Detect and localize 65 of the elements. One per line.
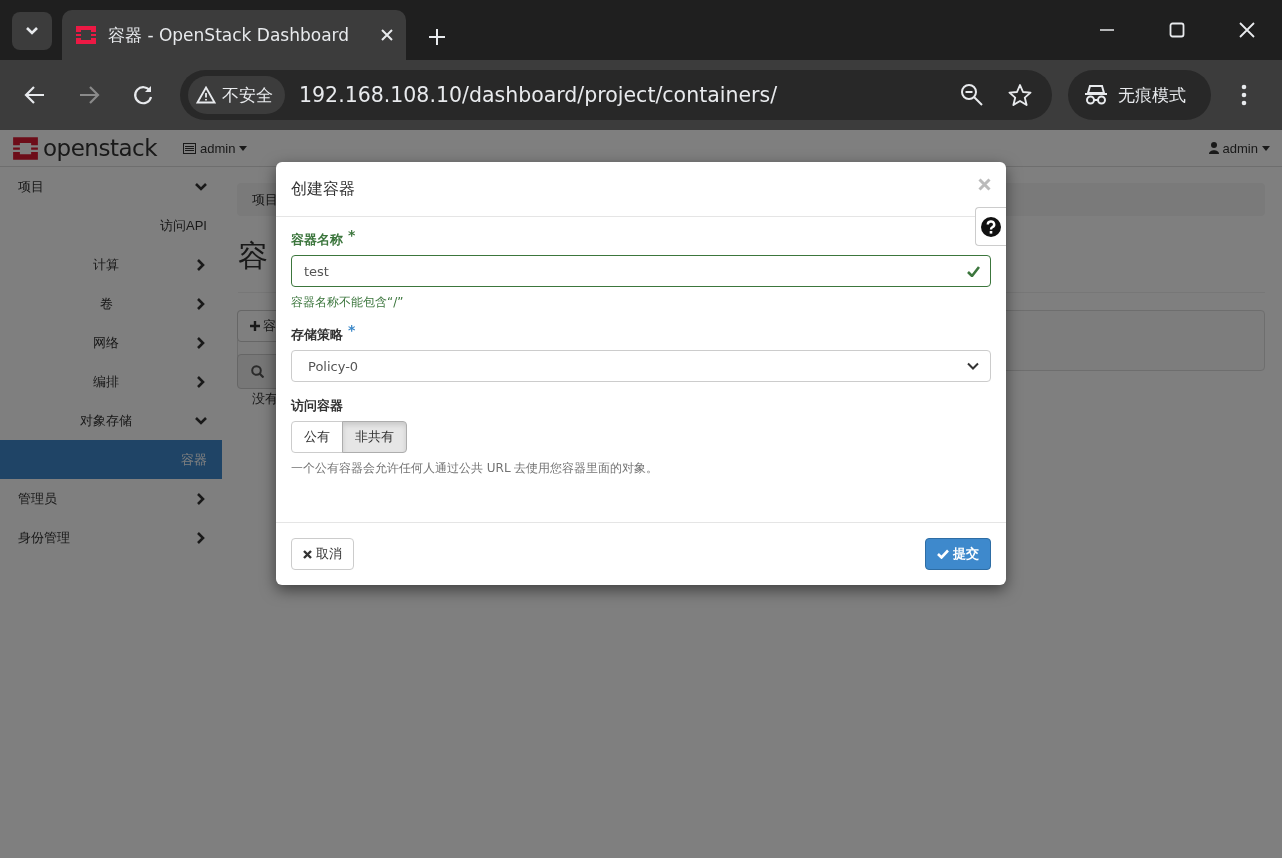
more-menu-icon[interactable] <box>1241 84 1247 106</box>
help-icon <box>981 216 1001 237</box>
user-dropdown[interactable]: admin <box>1208 140 1270 156</box>
sidebar-group[interactable]: 编排 <box>0 362 222 401</box>
close-icon <box>303 549 312 559</box>
forward-arrow-icon[interactable] <box>78 84 100 106</box>
sidebar-group[interactable]: 计算 <box>0 245 222 284</box>
incognito-icon <box>1084 84 1108 106</box>
sidebar-group-label: 计算 <box>92 255 120 274</box>
checkmark-icon <box>937 549 949 559</box>
bookmark-star-icon[interactable] <box>1008 83 1032 107</box>
sidebar-group-label: 卷 <box>98 294 114 313</box>
cancel-button[interactable]: 取消 <box>291 538 354 570</box>
zoom-icon[interactable] <box>960 83 984 107</box>
toggle-option[interactable]: 非共有 <box>342 421 407 453</box>
text-input[interactable]: test <box>291 255 991 287</box>
required-mark: * <box>348 322 356 340</box>
openstack-logo-icon <box>12 134 39 162</box>
submit-button[interactable]: 提交 <box>925 538 991 570</box>
help-text: 一个公有容器会允许任何人通过公共 URL 去使用您容器里面的对象。 <box>291 460 660 477</box>
sidebar-group[interactable]: 管理员 <box>0 479 222 518</box>
sidebar-group-label: 身份管理 <box>18 528 71 547</box>
sidebar-link[interactable]: 访问API <box>0 206 222 245</box>
incognito-button[interactable]: 无痕模式 <box>1068 70 1211 120</box>
caret-icon <box>1262 145 1270 151</box>
sidebar-group[interactable]: 卷 <box>0 284 222 323</box>
select-dropdown[interactable]: Policy-0 <box>291 350 991 382</box>
search-button[interactable] <box>237 354 277 389</box>
reload-icon[interactable] <box>132 84 154 106</box>
field-label: 存储策略 <box>291 326 343 344</box>
url-text: 192.168.108.10/dashboard/project/containers/ <box>299 83 779 107</box>
sidebar-group[interactable]: 对象存储 <box>0 401 222 440</box>
back-arrow-icon[interactable] <box>24 84 46 106</box>
sidebar-group-label: 编排 <box>92 372 120 391</box>
search-icon <box>250 365 264 378</box>
browser-tab[interactable]: 容器 - OpenStack Dashboard <box>62 10 406 60</box>
sidebar-group-label: 项目 <box>18 177 45 196</box>
list-icon <box>182 142 196 154</box>
security-chip[interactable]: 不安全 <box>188 76 285 114</box>
sidebar-group[interactable]: 身份管理 <box>0 518 222 557</box>
checkmark-icon <box>967 265 980 277</box>
openstack-logo-icon <box>74 23 98 47</box>
logo-text: openstack <box>43 135 157 161</box>
sidebar-link[interactable]: 容器 <box>0 440 222 479</box>
help-text: 容器名称不能包含“/” <box>291 294 405 311</box>
toggle-option[interactable]: 公有 <box>291 421 343 453</box>
tab-title: 容器 - OpenStack Dashboard <box>108 23 351 47</box>
modal-title: 创建容器 <box>291 178 355 200</box>
address-bar[interactable]: 不安全 192.168.108.10/dashboard/project/containers/ <box>180 70 1052 120</box>
caret-icon <box>239 145 248 151</box>
new-tab-icon[interactable] <box>428 28 446 46</box>
maximize-icon[interactable] <box>1169 22 1185 38</box>
empty-table-message: 没有 <box>252 390 278 408</box>
field-label: 访问容器 <box>291 397 343 415</box>
user-icon <box>1208 142 1219 154</box>
sidebar-group[interactable]: 网络 <box>0 323 222 362</box>
help-button[interactable] <box>975 207 1006 246</box>
sidebar-group-label: 管理员 <box>18 489 58 508</box>
sidebar-group[interactable]: 项目 <box>0 167 222 206</box>
sidebar-group-label: 网络 <box>92 333 120 352</box>
plus-icon <box>250 321 260 331</box>
project-dropdown[interactable]: admin <box>182 140 248 156</box>
sidebar-group-label: 对象存储 <box>79 411 133 430</box>
tab-list-button[interactable] <box>12 12 52 50</box>
warning-icon <box>196 86 216 104</box>
